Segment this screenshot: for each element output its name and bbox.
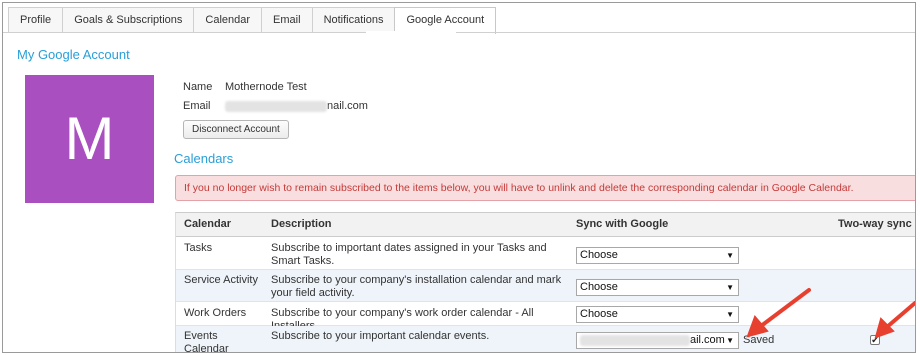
red-arrow-icon	[874, 301, 915, 339]
google-account-panel: Profile Goals & Subscriptions Calendar E…	[2, 2, 916, 353]
